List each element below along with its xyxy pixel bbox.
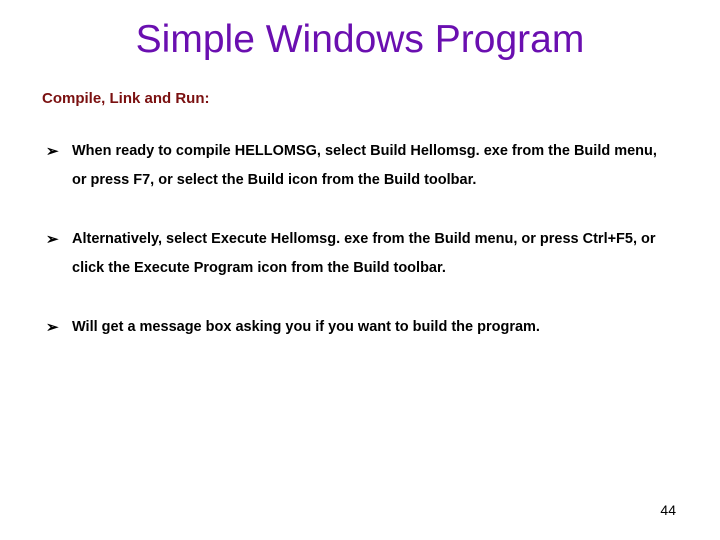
slide: Simple Windows Program Compile, Link and… — [0, 0, 720, 540]
list-item: Will get a message box asking you if you… — [46, 313, 674, 342]
subheading: Compile, Link and Run: — [42, 90, 680, 107]
bullet-list: When ready to compile HELLOMSG, select B… — [40, 137, 680, 342]
list-item: When ready to compile HELLOMSG, select B… — [46, 137, 674, 195]
page-title: Simple Windows Program — [40, 18, 680, 62]
page-number: 44 — [660, 502, 676, 518]
list-item: Alternatively, select Execute Hellomsg. … — [46, 225, 674, 283]
